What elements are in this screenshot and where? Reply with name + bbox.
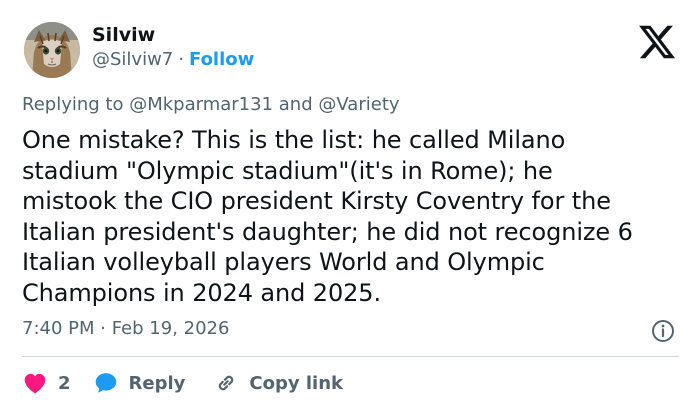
tweet-text-line: mistook the CIO president Kirsty Coventr…: [22, 187, 611, 215]
copy-link-label: Copy link: [249, 372, 343, 394]
tweet-text-line: Champions in 2024 and 2025.: [22, 278, 381, 307]
separator-dot: ·: [178, 49, 184, 70]
tweet-text-line: Italian volleyball players World and Oly…: [22, 248, 545, 276]
mention-link[interactable]: @Mkparmar131: [129, 94, 273, 115]
avatar[interactable]: [24, 22, 80, 78]
info-icon[interactable]: [651, 319, 675, 343]
heart-icon: [24, 373, 46, 394]
cat-avatar-image: [24, 22, 80, 78]
follow-button[interactable]: Follow: [189, 49, 254, 70]
author-name[interactable]: Silviw: [92, 24, 155, 46]
reply-context-prefix: Replying to: [22, 94, 124, 115]
author-handle-row: @Silviw7 · Follow: [92, 49, 254, 70]
reply-context-conjunction: and: [278, 94, 313, 115]
copy-link-button[interactable]: Copy link: [213, 370, 343, 396]
tweet-text: One mistake? This is the list: he called…: [22, 125, 687, 308]
tweet-text-line: One mistake? This is the list: he called…: [22, 126, 566, 154]
link-icon: [219, 375, 234, 391]
action-bar: 2 Reply Copy link: [22, 367, 343, 399]
like-button[interactable]: 2: [22, 370, 71, 396]
reply-button[interactable]: Reply: [93, 370, 186, 396]
tweet-text-line: stadium "Olympic stadium"(it's in Rome);…: [22, 156, 553, 185]
tweet-text-line: Italian president's daughter; he did not…: [22, 217, 633, 246]
speech-bubble-icon: [95, 373, 116, 393]
author-handle[interactable]: @Silviw7: [92, 49, 173, 70]
like-count: 2: [58, 372, 71, 394]
x-logo-icon[interactable]: [637, 22, 677, 62]
mention-link[interactable]: @Variety: [318, 94, 399, 115]
divider: [22, 356, 679, 357]
reply-context: Replying to @Mkparmar131 and @Variety: [22, 94, 400, 115]
tweet-timestamp[interactable]: 7:40 PM · Feb 19, 2026: [22, 318, 229, 339]
reply-label: Reply: [128, 372, 186, 394]
